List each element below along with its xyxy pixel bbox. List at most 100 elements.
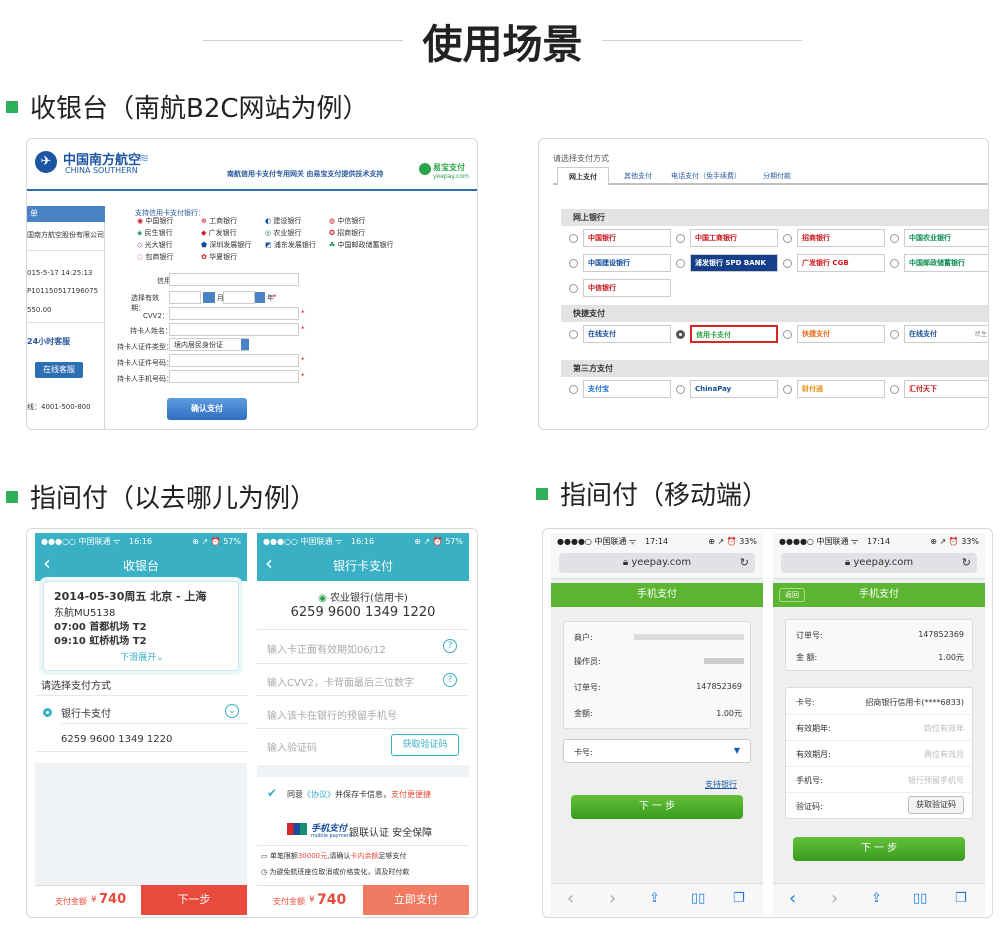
code-input[interactable]: 输入验证码 xyxy=(267,739,317,754)
payment-logo[interactable]: 广发银行 CGB xyxy=(797,254,885,272)
expiry-month-select[interactable] xyxy=(169,291,201,304)
bookmarks-icon[interactable]: ▯▯ xyxy=(913,891,927,906)
help-icon[interactable]: ? xyxy=(443,639,457,653)
order-value: 147852369 xyxy=(918,630,964,639)
payment-radio[interactable] xyxy=(890,259,899,268)
payment-logo[interactable]: 浦发银行 SPD BANK xyxy=(690,254,778,272)
checkbox-checked-icon[interactable]: ✔ xyxy=(267,786,277,800)
payment-radio[interactable] xyxy=(783,234,792,243)
chevron-down-circle-icon[interactable]: ⌄ xyxy=(225,704,239,718)
order-value: 147852369 xyxy=(696,682,742,691)
payment-radio[interactable] xyxy=(569,284,578,293)
payment-logo[interactable]: 在线支付 xyxy=(583,325,671,343)
bank-name: 光大银行 xyxy=(144,241,173,249)
payment-radio[interactable] xyxy=(890,330,899,339)
expiry-year-select[interactable] xyxy=(223,291,255,304)
help-icon[interactable]: ? xyxy=(443,673,457,687)
trip-date: 2014-05-30周五 北京 - 上海 xyxy=(54,590,207,603)
bank-name: 深圳发展银行 xyxy=(209,241,252,249)
phone-input[interactable]: 银行预留手机号 xyxy=(908,775,964,786)
bookmarks-icon[interactable]: ▯▯ xyxy=(691,891,705,906)
back-icon[interactable]: ‹ xyxy=(567,888,574,909)
back-icon[interactable]: ‹ xyxy=(789,888,796,909)
tab-online[interactable]: 网上支付 xyxy=(557,167,609,185)
valid-year-input[interactable]: 四位有效年 xyxy=(924,723,964,734)
support-banks-link[interactable]: 支持银行 xyxy=(705,779,737,790)
expiry-input[interactable]: 输入卡正面有效期如06/12 xyxy=(267,641,386,656)
forward-icon[interactable]: › xyxy=(831,888,838,909)
payment-radio[interactable] xyxy=(676,234,685,243)
card-icon: ▭ xyxy=(261,852,270,860)
forward-icon[interactable]: › xyxy=(609,888,616,909)
status-bar: ●●●○○ 中国联通 ᯤ 16:16 ⊕ ↗ ⏰ 57% xyxy=(35,535,247,549)
tab-installment[interactable]: 分期付款 xyxy=(753,167,801,185)
bank-item: ◉ 中国银行 xyxy=(137,216,173,226)
get-code-button[interactable]: 获取验证码 xyxy=(391,734,459,756)
payment-radio[interactable] xyxy=(890,385,899,394)
payment-logo[interactable]: ChinaPay xyxy=(690,380,778,398)
agreement-link[interactable]: 《协议》 xyxy=(303,790,335,799)
yeepay-logo-icon xyxy=(419,163,431,175)
price-note: ◷ 为避免航班座位取消或价格变化，请及时付款 xyxy=(261,868,410,876)
card-select[interactable]: 卡号: ▼ xyxy=(563,739,751,763)
payment-radio[interactable] xyxy=(676,385,685,394)
payment-logo[interactable]: 支付宝 xyxy=(583,380,671,398)
payment-logo[interactable]: 快捷支付 xyxy=(797,325,885,343)
payment-radio[interactable] xyxy=(569,330,578,339)
payment-logo[interactable]: 汇付天下 xyxy=(904,380,988,398)
tab-phone[interactable]: 电话支付（免手续费） xyxy=(665,167,747,185)
payment-logo[interactable]: 信用卡支付 xyxy=(690,325,778,343)
expand-link[interactable]: 下滑展开⌄ xyxy=(44,650,240,663)
payment-radio[interactable] xyxy=(676,330,685,339)
url-bar[interactable]: 🔒︎ yeepay.com ↻ xyxy=(781,553,977,573)
tabs-icon[interactable]: ❐ xyxy=(955,891,967,906)
phone-input[interactable]: 输入该卡在银行的预留手机号 xyxy=(267,707,397,722)
payment-logo[interactable]: 中国银行 xyxy=(583,229,671,247)
category-online-banks: 网上银行 xyxy=(561,209,988,226)
payment-radio[interactable] xyxy=(783,385,792,394)
pay-method-option[interactable]: 银行卡支付 xyxy=(61,705,111,720)
next-button[interactable]: 下 一 步 xyxy=(571,795,743,819)
bank-item: ◈ 民生银行 xyxy=(137,228,173,238)
share-icon[interactable]: ⇪ xyxy=(871,891,882,906)
payment-radio[interactable] xyxy=(890,234,899,243)
cvv-input[interactable] xyxy=(169,307,299,320)
idno-input[interactable] xyxy=(169,354,299,367)
get-code-button[interactable]: 获取验证码 xyxy=(908,796,964,814)
payment-logo[interactable]: 中国农业银行 xyxy=(904,229,988,247)
card-input[interactable] xyxy=(169,273,299,286)
abc-bank-icon: ◉ xyxy=(318,593,331,604)
payment-logo[interactable]: 招商银行 xyxy=(797,229,885,247)
payment-radio[interactable] xyxy=(676,259,685,268)
payment-radio[interactable] xyxy=(569,385,578,394)
tab-other[interactable]: 其他支付 xyxy=(615,167,661,185)
payment-logo[interactable]: 中国工商银行 xyxy=(690,229,778,247)
payment-logo[interactable]: 中信银行 xyxy=(583,279,671,297)
phone-input[interactable] xyxy=(169,370,299,383)
share-icon[interactable]: ⇪ xyxy=(649,891,660,906)
bank-logo-icon: ◩ xyxy=(265,241,274,249)
confirm-pay-button[interactable]: 确认支付 xyxy=(167,398,247,420)
payment-radio[interactable] xyxy=(783,330,792,339)
payment-logo[interactable]: 财付通 xyxy=(797,380,885,398)
name-input[interactable] xyxy=(169,323,299,336)
next-button[interactable]: 下 一 步 xyxy=(793,837,965,861)
payment-radio[interactable] xyxy=(569,234,578,243)
payment-logo[interactable]: 中国邮政储蓄银行 xyxy=(904,254,988,272)
payment-logo[interactable]: 中国建设银行 xyxy=(583,254,671,272)
url-bar[interactable]: 🔒︎ yeepay.com ↻ xyxy=(559,553,755,573)
valid-month-input[interactable]: 两位有效月 xyxy=(924,749,964,760)
idtype-select[interactable]: 境内居民身份证 xyxy=(169,338,249,351)
tabs-icon[interactable]: ❐ xyxy=(733,891,745,906)
online-service-button[interactable]: 在线客服 xyxy=(35,362,83,378)
cvv-input[interactable]: 输入CVV2，卡背面最后三位数字 xyxy=(267,674,414,689)
total-amount: 740 xyxy=(99,892,127,907)
saved-card-number[interactable]: 6259 9600 1349 1220 xyxy=(61,734,172,745)
radio-selected-icon[interactable] xyxy=(43,708,52,717)
pay-now-button[interactable]: 立即支付 xyxy=(363,885,469,915)
payment-radio[interactable] xyxy=(783,259,792,268)
back-button[interactable]: 返回 xyxy=(779,588,805,602)
payment-radio[interactable] xyxy=(569,259,578,268)
next-button[interactable]: 下一步 xyxy=(141,885,247,915)
csa-logo-icon: ✈ xyxy=(35,151,57,173)
